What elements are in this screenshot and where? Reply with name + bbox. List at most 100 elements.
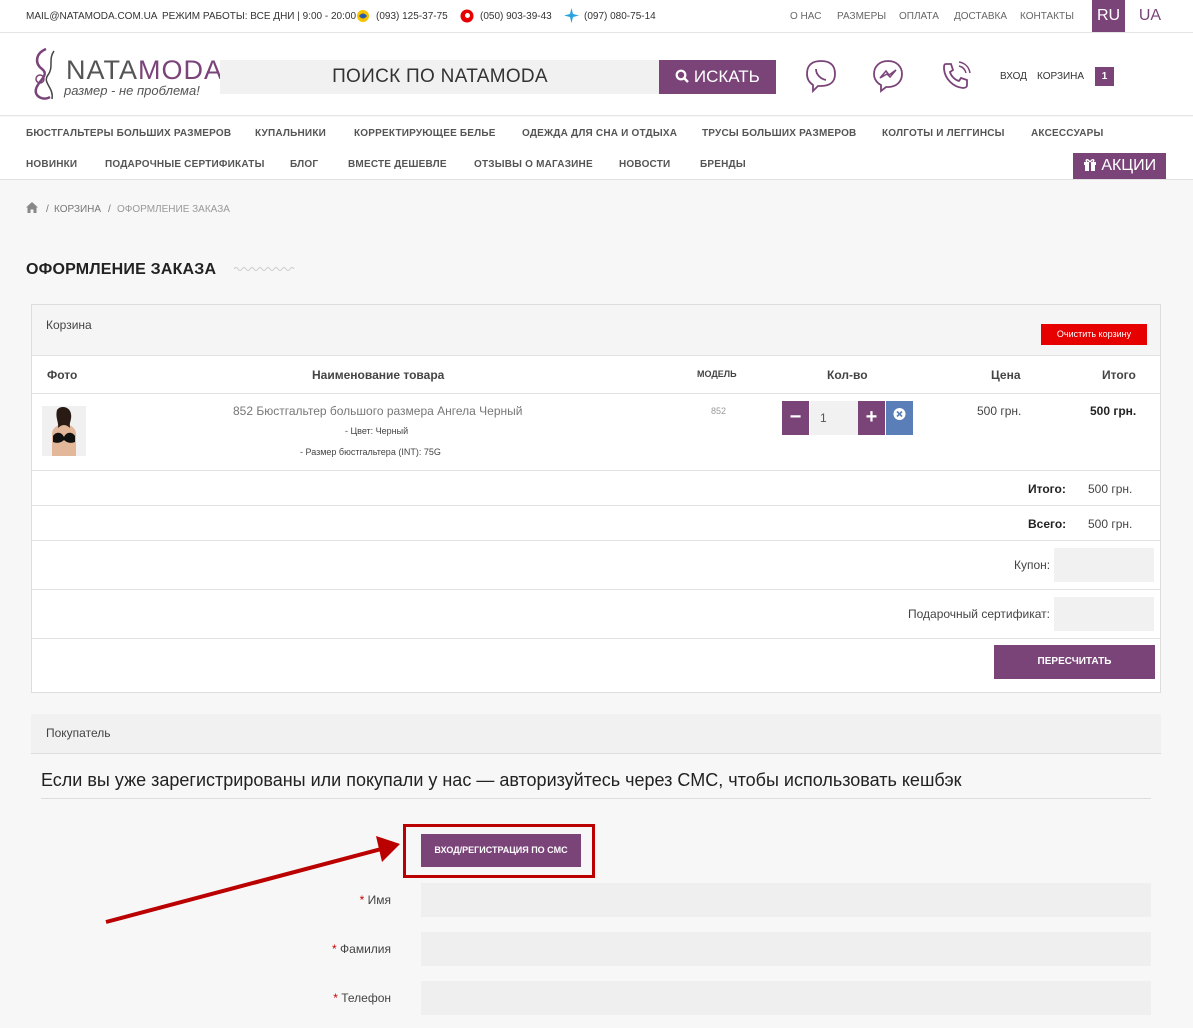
coupon-input[interactable]: [1054, 548, 1154, 582]
nav-delivery[interactable]: ДОСТАВКА: [954, 11, 1007, 22]
work-hours: РЕЖИМ РАБОТЫ: ВСЕ ДНИ | 9:00 - 20:00: [162, 11, 357, 22]
cart-count-badge[interactable]: 1: [1095, 67, 1114, 86]
first-name-label: * Имя: [359, 893, 391, 907]
buyer-header: Покупатель: [31, 714, 1161, 754]
menu-panties[interactable]: ТРУСЫ БОЛЬШИХ РАЗМЕРОВ: [702, 128, 856, 139]
kyivstar-icon: [357, 10, 369, 22]
col-model: МОДЕЛЬ: [697, 369, 737, 379]
menu-bras[interactable]: БЮСТГАЛЬТЕРЫ БОЛЬШИХ РАЗМЕРОВ: [26, 128, 231, 139]
contact-email[interactable]: MAIL@NATAMODA.COM.UA: [26, 11, 157, 22]
product-model: 852: [711, 406, 727, 416]
login-link[interactable]: ВХОД: [1000, 71, 1027, 82]
phone-call-icon[interactable]: [938, 58, 974, 94]
lang-ua-button[interactable]: UA: [1130, 0, 1170, 32]
home-icon[interactable]: [26, 202, 38, 213]
clear-cart-button[interactable]: Очистить корзину: [1041, 324, 1147, 345]
product-name-link[interactable]: 852 Бюстгальтер большого размера Ангела …: [233, 404, 522, 418]
cart-title: Корзина: [46, 318, 92, 332]
menu-accessories[interactable]: АКСЕССУАРЫ: [1031, 128, 1104, 139]
menu-reviews[interactable]: ОТЗЫВЫ О МАГАЗИНЕ: [474, 159, 593, 170]
divider: [32, 355, 1160, 356]
menu-sleepwear[interactable]: ОДЕЖДА ДЛЯ СНА И ОТДЫХА: [522, 128, 677, 139]
last-name-label: * Фамилия: [332, 942, 391, 956]
logo-text[interactable]: NATAMODA: [66, 55, 223, 86]
gift-icon: [1083, 159, 1096, 171]
product-option-color: - Цвет: Черный: [345, 426, 409, 436]
title-wave-decoration: [234, 267, 295, 271]
cart-link[interactable]: КОРЗИНА: [1037, 71, 1084, 82]
annotation-arrow: [105, 836, 400, 924]
sms-login-button[interactable]: ВХОД/РЕГИСТРАЦИЯ ПО СМС: [421, 834, 581, 867]
subtotal-value: 500 грн.: [1088, 482, 1133, 496]
viber-icon[interactable]: [803, 58, 839, 94]
phone-label: * Телефон: [333, 991, 391, 1005]
divider: [32, 393, 1160, 394]
col-name: Наименование товара: [312, 368, 445, 382]
coupon-label: Купон:: [1014, 558, 1051, 572]
phone-input[interactable]: [421, 981, 1151, 1015]
logo-figure-icon[interactable]: [24, 45, 66, 105]
messenger-icon[interactable]: [870, 58, 906, 94]
phone-kyivstar[interactable]: (093) 125-37-75: [376, 11, 448, 22]
col-qty: Кол-во: [827, 368, 868, 382]
qty-increase-button[interactable]: +: [858, 401, 885, 435]
nav-about[interactable]: О НАС: [790, 11, 821, 22]
phone-lifecell[interactable]: (097) 080-75-14: [584, 11, 656, 22]
divider: [32, 470, 1160, 471]
breadcrumb-separator: /: [108, 204, 111, 215]
breadcrumb-separator: /: [46, 204, 49, 215]
menu-new[interactable]: НОВИНКИ: [26, 159, 77, 170]
promo-button[interactable]: АКЦИИ: [1073, 153, 1166, 179]
top-bar: MAIL@NATAMODA.COM.UA РЕЖИМ РАБОТЫ: ВСЕ Д…: [0, 0, 1193, 33]
lang-ru-button[interactable]: RU: [1092, 0, 1125, 32]
gift-certificate-input[interactable]: [1054, 597, 1154, 631]
search-input[interactable]: ПОИСК ПО NATAMODA: [220, 60, 660, 94]
menu-news[interactable]: НОВОСТИ: [619, 159, 670, 170]
vodafone-icon: [460, 9, 474, 23]
page-title: ОФОРМЛЕНИЕ ЗАКАЗА: [26, 261, 217, 278]
menu-tights[interactable]: КОЛГОТЫ И ЛЕГГИНСЫ: [882, 128, 1005, 139]
remove-item-button[interactable]: [886, 401, 913, 435]
qty-decrease-button[interactable]: −: [782, 401, 809, 435]
nav-sizes[interactable]: РАЗМЕРЫ: [837, 11, 886, 22]
breadcrumb-cart[interactable]: КОРЗИНА: [54, 204, 101, 215]
menu-bundle[interactable]: ВМЕСТЕ ДЕШЕВЛЕ: [348, 159, 447, 170]
close-circle-icon: [893, 408, 906, 420]
menu-blog[interactable]: БЛОГ: [290, 159, 318, 170]
product-thumbnail[interactable]: [42, 406, 86, 456]
divider: [32, 540, 1160, 541]
search-icon: [675, 69, 690, 83]
lifecell-icon: [564, 8, 579, 23]
breadcrumb-checkout: ОФОРМЛЕНИЕ ЗАКАЗА: [117, 204, 230, 215]
main-menu: БЮСТГАЛЬТЕРЫ БОЛЬШИХ РАЗМЕРОВ КУПАЛЬНИКИ…: [0, 117, 1193, 180]
menu-brands[interactable]: БРЕНДЫ: [700, 159, 746, 170]
sms-login-note: Если вы уже зарегистрированы или покупал…: [41, 770, 962, 790]
gift-certificate-label: Подарочный сертификат:: [908, 607, 1050, 621]
total-value: 500 грн.: [1088, 517, 1133, 531]
item-total: 500 грн.: [1090, 404, 1137, 418]
nav-contacts[interactable]: КОНТАКТЫ: [1020, 11, 1074, 22]
col-price: Цена: [991, 368, 1021, 382]
logo-slogan: размер - не проблема!: [64, 83, 200, 98]
first-name-input[interactable]: [421, 883, 1151, 917]
site-header: NATAMODA размер - не проблема! ПОИСК ПО …: [0, 33, 1193, 116]
recalculate-button[interactable]: ПЕРЕСЧИТАТЬ: [994, 645, 1155, 679]
menu-gift-cards[interactable]: ПОДАРОЧНЫЕ СЕРТИФИКАТЫ: [105, 159, 265, 170]
cart-header: Корзина Очистить корзину: [32, 305, 1160, 355]
menu-shapewear[interactable]: КОРРЕКТИРУЮЩЕЕ БЕЛЬЕ: [354, 128, 496, 139]
search-button[interactable]: ИСКАТЬ: [659, 60, 776, 94]
nav-payment[interactable]: ОПЛАТА: [899, 11, 939, 22]
divider: [32, 589, 1160, 590]
last-name-input[interactable]: [421, 932, 1151, 966]
divider: [32, 638, 1160, 639]
buyer-title: Покупатель: [46, 726, 111, 740]
phone-vodafone[interactable]: (050) 903-39-43: [480, 11, 552, 22]
divider: [41, 798, 1151, 799]
item-price: 500 грн.: [977, 404, 1022, 418]
menu-swimwear[interactable]: КУПАЛЬНИКИ: [255, 128, 326, 139]
qty-input[interactable]: 1: [810, 401, 858, 435]
col-total: Итого: [1102, 368, 1136, 382]
divider: [32, 505, 1160, 506]
cart-panel: Корзина Очистить корзину Фото Наименован…: [31, 304, 1161, 693]
total-label: Всего:: [1028, 517, 1067, 531]
